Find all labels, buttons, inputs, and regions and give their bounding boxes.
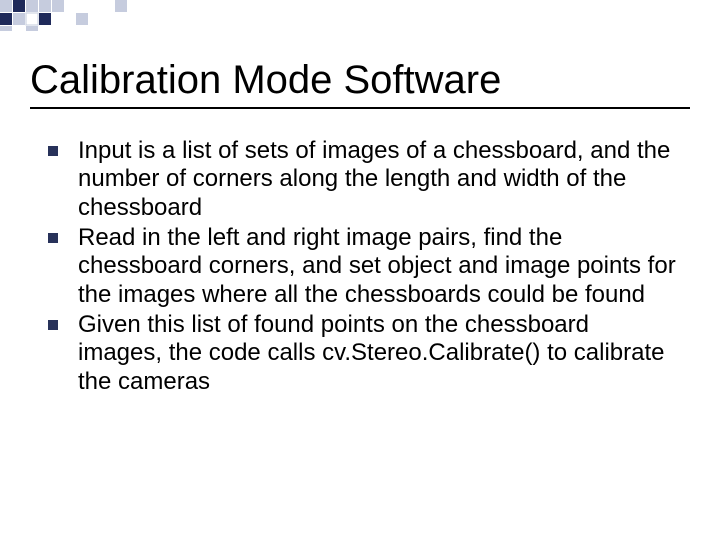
title-underline [30, 107, 690, 109]
square-bullet-icon [48, 320, 58, 330]
list-item: Input is a list of sets of images of a c… [44, 137, 676, 222]
bullet-list: Input is a list of sets of images of a c… [30, 137, 690, 396]
square-bullet-icon [48, 233, 58, 243]
list-item: Given this list of found points on the c… [44, 311, 676, 396]
list-item-text: Read in the left and right image pairs, … [78, 224, 676, 308]
list-item-text: Given this list of found points on the c… [78, 311, 665, 395]
slide: Calibration Mode Software Input is a lis… [0, 0, 720, 540]
list-item-text: Input is a list of sets of images of a c… [78, 137, 670, 221]
square-bullet-icon [48, 146, 58, 156]
slide-title: Calibration Mode Software [30, 58, 690, 103]
list-item: Read in the left and right image pairs, … [44, 224, 676, 309]
